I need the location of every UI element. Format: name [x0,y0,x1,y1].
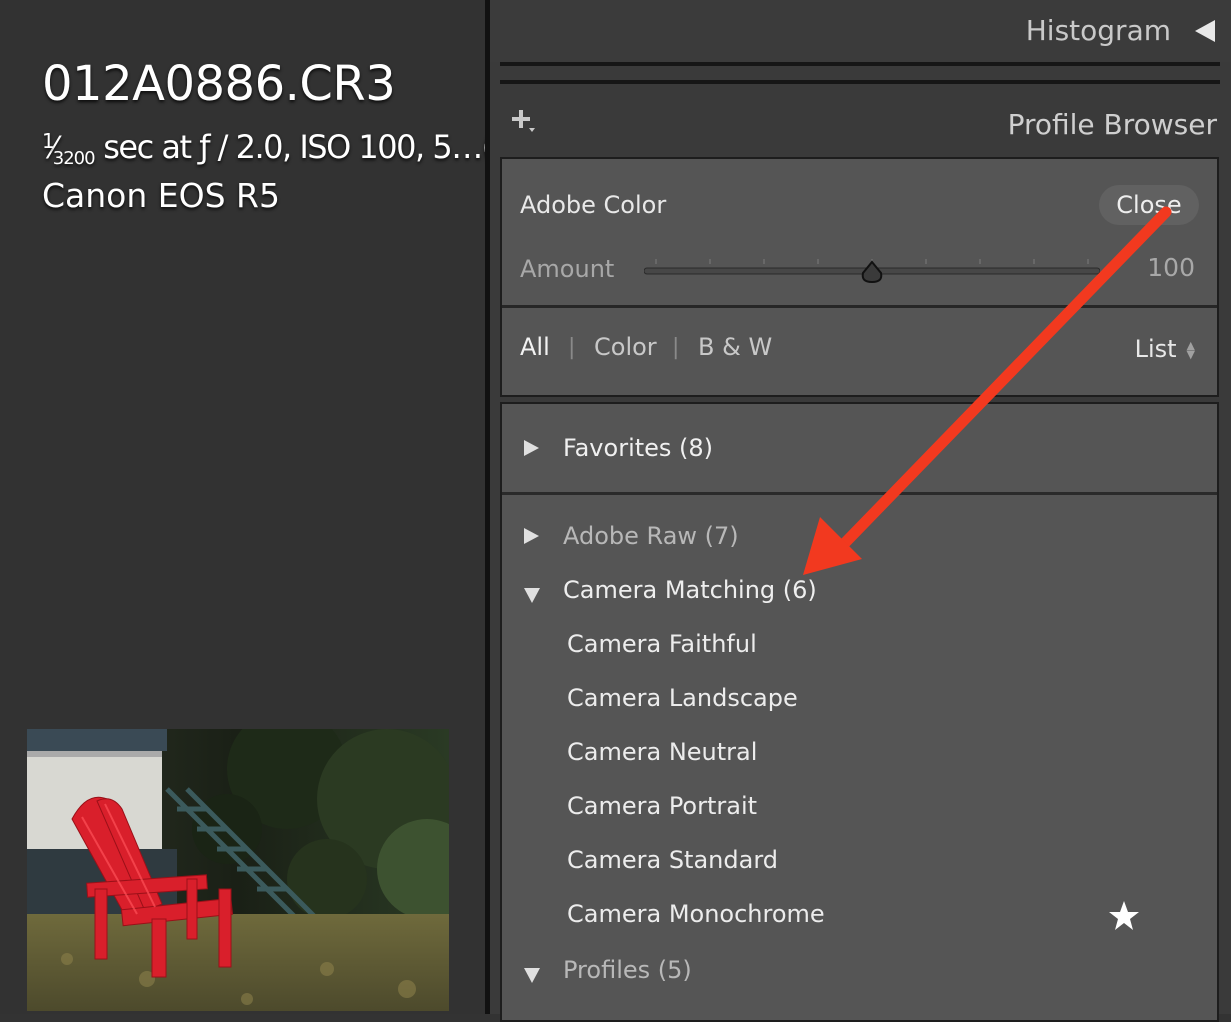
group-favorites[interactable]: Favorites (8) [502,404,1217,492]
filter-color[interactable]: Color [594,333,657,361]
photo-info-pane: 012A0886.CR3 1⁄3200 sec at ƒ / 2.0, ISO … [0,0,485,1014]
view-mode-label: List [1134,335,1177,363]
group-label-adobe-raw: Adobe Raw (7) [563,522,739,550]
photo-filename: 012A0886.CR3 [42,56,396,112]
card-divider [502,305,1217,308]
camera-model: Canon EOS R5 [42,176,280,215]
histogram-title: Histogram [1025,14,1171,47]
triangle-right-icon[interactable] [524,440,539,456]
profile-item-camera-neutral[interactable]: Camera Neutral [567,738,757,766]
slider-thumb[interactable] [861,260,883,284]
triangle-right-icon[interactable] [524,528,539,544]
photo-thumbnail[interactable] [27,729,449,1011]
star-icon[interactable] [1107,899,1141,933]
group-label-favorites: Favorites (8) [563,434,714,462]
group-label-camera-matching: Camera Matching (6) [563,576,817,604]
group-adobe-raw[interactable]: Adobe Raw (7) [502,510,1217,560]
triangle-down-icon[interactable] [524,968,540,983]
exposure-details: sec at ƒ / 2.0, ISO 100, 5…(RF2 [103,128,485,166]
develop-panel: Histogram Profile Browser Adobe Color Cl… [490,0,1231,1022]
profile-card: Adobe Color Close Amount 100 All | Color… [500,157,1219,397]
photo-image [27,729,449,1011]
amount-value: 100 [1147,253,1195,282]
plus-icon[interactable] [510,108,536,134]
group-label-profiles: Profiles (5) [563,956,692,984]
filter-separator: | [568,335,576,360]
profile-list: Favorites (8) Adobe Raw (7) Camera Match… [500,402,1219,1022]
chevron-up-down-icon: ▲ ▼ [1186,339,1195,361]
amount-label: Amount [520,255,615,283]
profile-item-camera-monochrome[interactable]: Camera Monochrome [567,900,825,928]
current-profile-name: Adobe Color [520,191,667,219]
exposure-info: 1⁄3200 sec at ƒ / 2.0, ISO 100, 5…(RF2 [42,128,485,169]
triangle-down-icon[interactable] [524,588,540,603]
profile-browser-header: Profile Browser [490,86,1231,156]
profile-item-camera-landscape[interactable]: Camera Landscape [567,684,798,712]
filter-bw[interactable]: B & W [698,333,772,361]
group-camera-matching[interactable]: Camera Matching (6) [502,564,1217,614]
profile-browser-title: Profile Browser [1007,108,1217,141]
view-mode-select[interactable]: List ▲ ▼ [1135,335,1195,363]
panel-rule [500,62,1220,66]
panel-rule [500,80,1220,84]
amount-slider[interactable] [644,259,1100,285]
histogram-header[interactable]: Histogram [490,0,1231,62]
group-divider [502,492,1217,495]
filter-all[interactable]: All [520,333,550,361]
shutter-denominator: 3200 [52,148,96,169]
filter-separator: | [672,335,680,360]
profile-item-camera-faithful[interactable]: Camera Faithful [567,630,757,658]
triangle-left-icon[interactable] [1195,20,1215,42]
group-profiles[interactable]: Profiles (5) [502,944,1217,994]
close-button[interactable]: Close [1099,185,1199,225]
profile-item-camera-portrait[interactable]: Camera Portrait [567,792,757,820]
profile-item-camera-standard[interactable]: Camera Standard [567,846,778,874]
shutter-numerator: 1 [42,129,55,153]
